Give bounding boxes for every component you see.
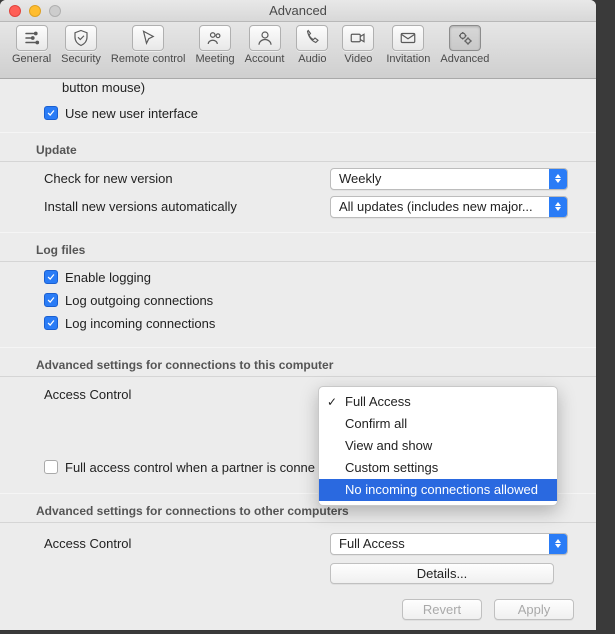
label-access-control-other: Access Control — [44, 536, 330, 551]
preferences-toolbar: General Security Remote control Meeting … — [0, 22, 596, 79]
access-control-menu: ✓ Full Access Confirm all View and show … — [318, 386, 558, 506]
checkbox-log-outgoing[interactable] — [44, 293, 58, 307]
section-log-title: Log files — [0, 232, 596, 262]
label-install-auto: Install new versions automatically — [44, 199, 330, 214]
select-install-auto[interactable]: All updates (includes new major... — [330, 196, 568, 218]
checkbox-label: Full access control when a partner is co… — [65, 460, 315, 475]
select-check-frequency[interactable]: Weekly — [330, 168, 568, 190]
menu-item-custom[interactable]: Custom settings — [319, 457, 557, 479]
camera-icon — [342, 25, 374, 51]
people-icon — [199, 25, 231, 51]
zoom-window-button — [49, 5, 61, 17]
select-value: Weekly — [339, 171, 381, 186]
tab-security[interactable]: Security — [57, 25, 105, 65]
close-window-button[interactable] — [9, 5, 21, 17]
updown-arrows-icon — [549, 169, 567, 189]
tab-video[interactable]: Video — [336, 25, 380, 65]
section-update-title: Update — [0, 132, 596, 162]
truncated-text: button mouse) — [0, 79, 596, 103]
tab-label: Security — [61, 53, 101, 65]
updown-arrows-icon — [549, 197, 567, 217]
details-button[interactable]: Details... — [330, 563, 554, 584]
select-value: All updates (includes new major... — [339, 199, 533, 214]
select-value: Full Access — [339, 536, 405, 551]
tab-label: Account — [245, 53, 285, 65]
tab-remote-control[interactable]: Remote control — [107, 25, 190, 65]
menu-item-view-show[interactable]: View and show — [319, 435, 557, 457]
tab-label: Video — [344, 53, 372, 65]
content-area: button mouse) Use new user interface Upd… — [0, 79, 596, 630]
select-access-control-other[interactable]: Full Access — [330, 533, 568, 555]
tab-label: Advanced — [440, 53, 489, 65]
menu-item-no-incoming[interactable]: No incoming connections allowed — [319, 479, 557, 501]
checkbox-use-new-ui[interactable] — [44, 106, 58, 120]
apply-button[interactable]: Apply — [494, 599, 574, 620]
gears-icon — [449, 25, 481, 51]
checkbox-full-access-partner[interactable] — [44, 460, 58, 474]
revert-button[interactable]: Revert — [402, 599, 482, 620]
tab-label: General — [12, 53, 51, 65]
window-title: Advanced — [0, 3, 596, 18]
person-icon — [249, 25, 281, 51]
tab-meeting[interactable]: Meeting — [191, 25, 238, 65]
minimize-window-button[interactable] — [29, 5, 41, 17]
tab-general[interactable]: General — [8, 25, 55, 65]
phone-icon — [296, 25, 328, 51]
menu-item-confirm-all[interactable]: Confirm all — [319, 413, 557, 435]
tab-invitation[interactable]: Invitation — [382, 25, 434, 65]
checkbox-label: Use new user interface — [65, 106, 198, 121]
menu-item-full-access[interactable]: ✓ Full Access — [319, 391, 557, 413]
checkbox-enable-logging[interactable] — [44, 270, 58, 284]
cursor-icon — [132, 25, 164, 51]
label-access-control-this: Access Control — [44, 387, 330, 402]
checkmark-icon: ✓ — [327, 393, 337, 411]
tab-label: Invitation — [386, 53, 430, 65]
tab-advanced[interactable]: Advanced — [436, 25, 493, 65]
checkbox-label: Log incoming connections — [65, 316, 215, 331]
tab-label: Remote control — [111, 53, 186, 65]
tab-label: Meeting — [195, 53, 234, 65]
updown-arrows-icon — [549, 534, 567, 554]
titlebar: Advanced — [0, 0, 596, 22]
tab-account[interactable]: Account — [241, 25, 289, 65]
section-adv-this-title: Advanced settings for connections to thi… — [0, 347, 596, 377]
checkbox-log-incoming[interactable] — [44, 316, 58, 330]
checkbox-label: Log outgoing connections — [65, 293, 213, 308]
shield-icon — [65, 25, 97, 51]
checkbox-label: Enable logging — [65, 270, 151, 285]
tab-audio[interactable]: Audio — [290, 25, 334, 65]
envelope-icon — [392, 25, 424, 51]
sliders-icon — [16, 25, 48, 51]
label-check-new-version: Check for new version — [44, 171, 330, 186]
tab-label: Audio — [298, 53, 326, 65]
